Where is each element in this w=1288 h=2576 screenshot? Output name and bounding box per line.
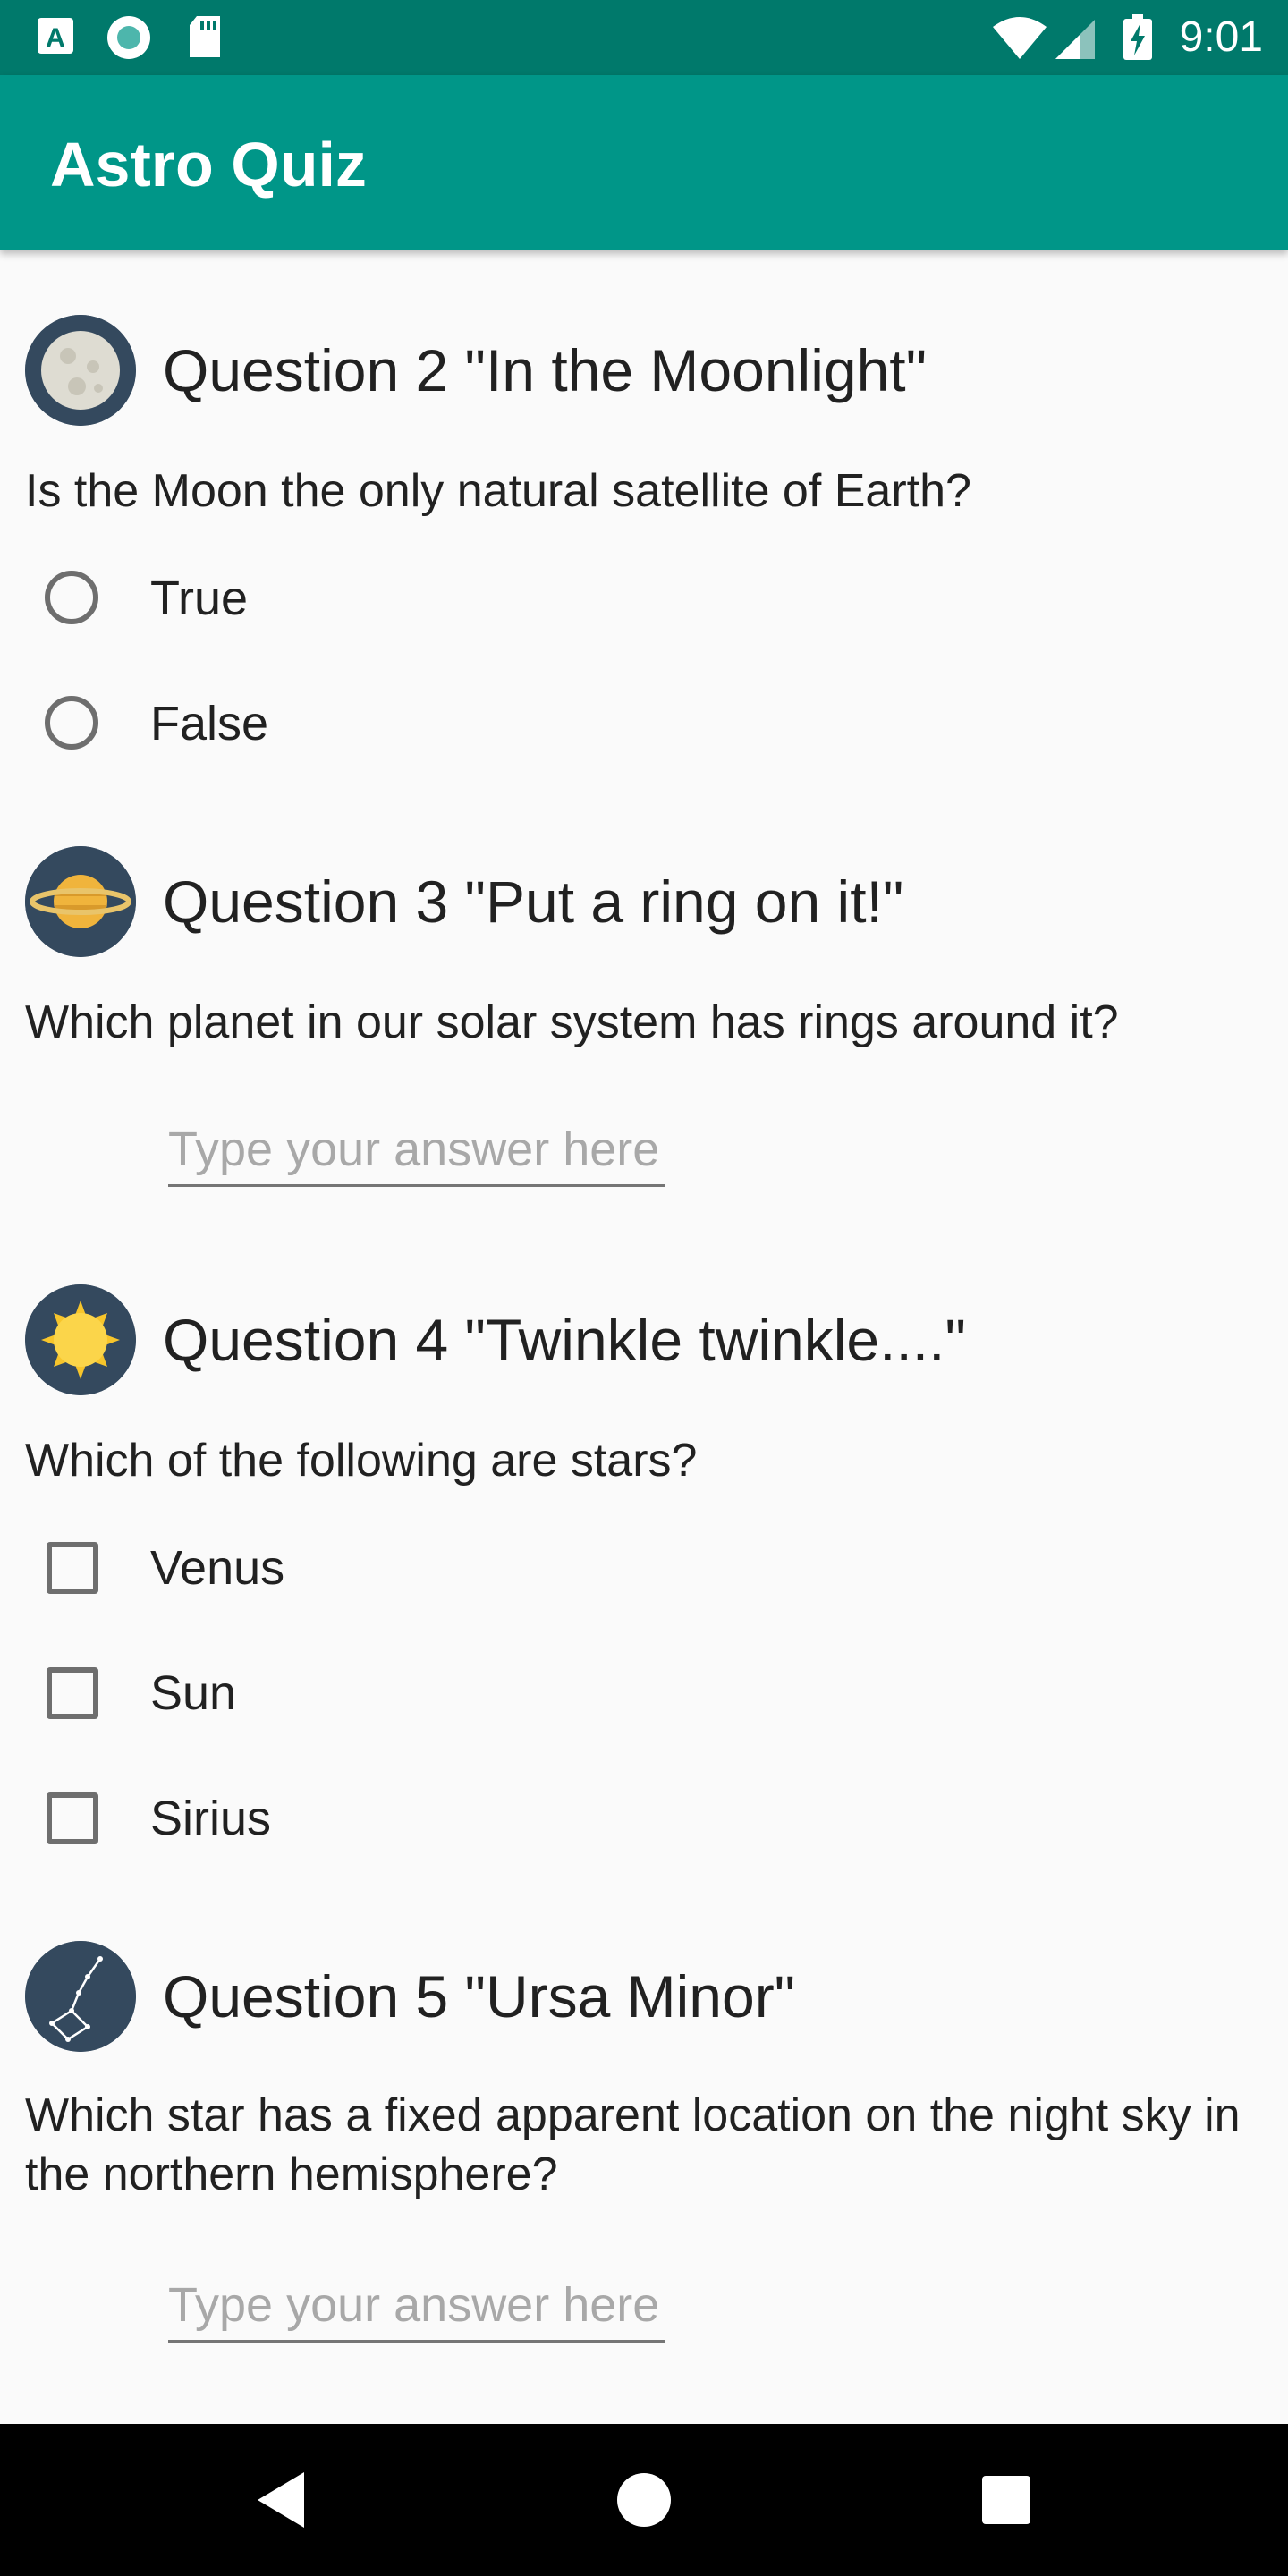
- checkbox-option-sirius[interactable]: Sirius: [25, 1773, 830, 1871]
- recents-icon[interactable]: [966, 2460, 1046, 2540]
- radio-option-false[interactable]: False: [25, 678, 830, 776]
- checkbox[interactable]: [47, 1792, 98, 1844]
- sd-card-icon: [190, 16, 220, 57]
- app-bar: Astro Quiz: [0, 75, 1288, 250]
- back-icon[interactable]: [242, 2460, 322, 2540]
- question-text: Is the Moon the only natural satellite o…: [25, 465, 971, 517]
- question-title: Question 5 "Ursa Minor": [163, 1963, 796, 2029]
- radio-option-true[interactable]: True: [25, 553, 830, 651]
- option-label: Sirius: [150, 1792, 272, 1845]
- checkbox[interactable]: [47, 1542, 98, 1594]
- signal-icon: [1055, 20, 1095, 59]
- question-text: Which planet in our solar system has rin…: [25, 996, 1119, 1048]
- constellation-icon: [25, 1941, 136, 2052]
- checkbox[interactable]: [47, 1667, 98, 1719]
- option-label: True: [150, 572, 249, 625]
- option-label: Sun: [150, 1666, 237, 1720]
- question-text: Which star has a fixed apparent location…: [25, 2089, 1241, 2200]
- sun-icon: [25, 1284, 136, 1395]
- radio-button[interactable]: [45, 696, 98, 750]
- question-text: Which of the following are stars?: [25, 1435, 698, 1487]
- navigation-bar: [0, 2424, 1288, 2576]
- home-icon[interactable]: [604, 2460, 684, 2540]
- question-title: Question 2 "In the Moonlight": [163, 337, 928, 403]
- checkbox-option-venus[interactable]: Venus: [25, 1522, 830, 1621]
- wifi-icon: [993, 17, 1046, 59]
- answer-input-q5[interactable]: [168, 2270, 665, 2343]
- svg-text:A: A: [46, 23, 65, 53]
- answer-input-q3[interactable]: [168, 1114, 665, 1187]
- moon-icon: [25, 315, 136, 426]
- question-title: Question 4 "Twinkle twinkle....": [163, 1307, 966, 1373]
- record-icon: [107, 16, 150, 59]
- font-a-icon: A: [38, 18, 73, 54]
- saturn-icon: [25, 846, 136, 957]
- battery-charging-icon: [1123, 14, 1152, 60]
- app-title: Astro Quiz: [50, 130, 367, 199]
- status-time: 9:01: [1179, 13, 1263, 61]
- quiz-content[interactable]: Question 2 "In the Moonlight" Is the Moo…: [0, 250, 1288, 2424]
- option-label: Venus: [150, 1541, 285, 1595]
- option-label: False: [150, 697, 269, 750]
- question-title: Question 3 "Put a ring on it!": [163, 869, 904, 935]
- checkbox-option-sun[interactable]: Sun: [25, 1648, 830, 1746]
- radio-button[interactable]: [45, 571, 98, 624]
- status-bar: A 9:01: [0, 0, 1288, 75]
